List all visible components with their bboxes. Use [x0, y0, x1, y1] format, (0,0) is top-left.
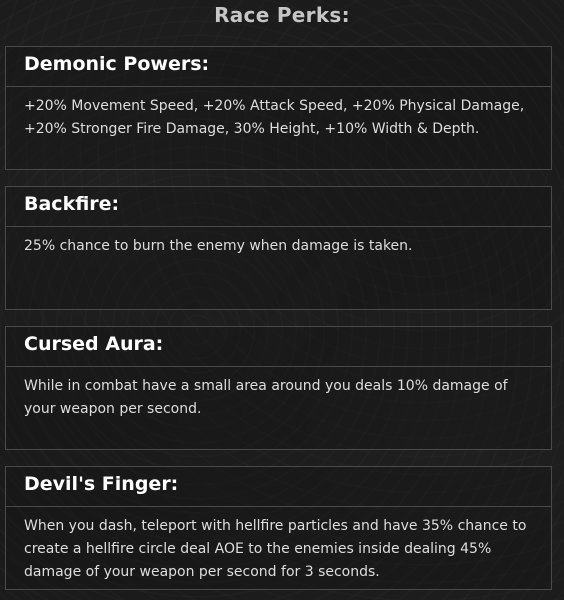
- perk-name: Demonic Powers:: [6, 47, 551, 87]
- perk-description: +20% Movement Speed, +20% Attack Speed, …: [24, 98, 525, 137]
- perk-name: Devil's Finger:: [6, 467, 551, 507]
- perk-name: Backfire:: [6, 187, 551, 227]
- perk-card-backfire: Backfire: 25% chance to burn the enemy w…: [5, 186, 552, 310]
- perk-name: Cursed Aura:: [6, 327, 551, 367]
- perk-description: 25% chance to burn the enemy when damage…: [24, 238, 413, 254]
- perk-card-devils-finger: Devil's Finger: When you dash, teleport …: [5, 466, 552, 590]
- perk-description: When you dash, teleport with hellfire pa…: [24, 518, 527, 580]
- perk-card-cursed-aura: Cursed Aura: While in combat have a smal…: [5, 326, 552, 450]
- panel-title: Race Perks:: [214, 3, 350, 27]
- perk-description: While in combat have a small area around…: [24, 378, 508, 417]
- perk-card-demonic-powers: Demonic Powers: +20% Movement Speed, +20…: [5, 46, 552, 170]
